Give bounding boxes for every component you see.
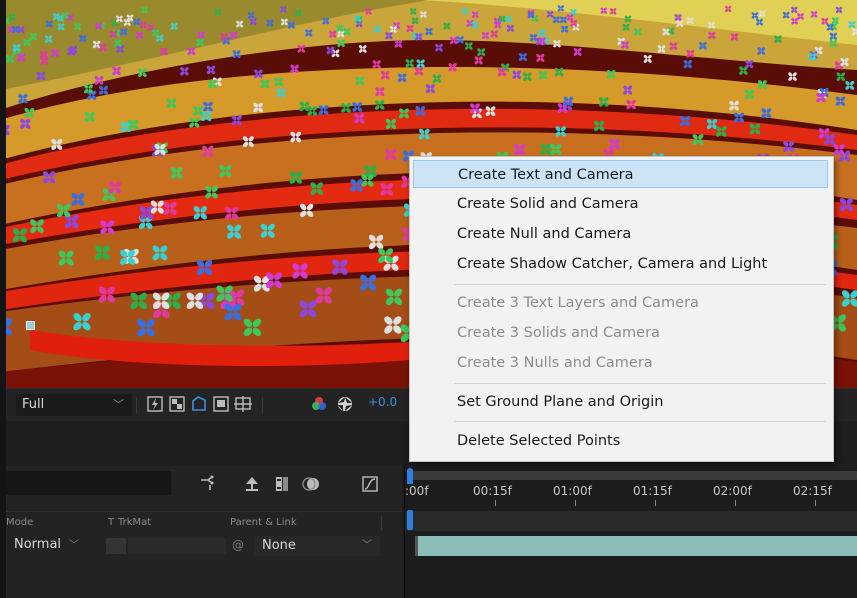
exposure-value[interactable]: +0.0 bbox=[368, 395, 397, 409]
timeline-graph-area[interactable]: :00f 00:15f 01:00f 01:15f 02:00f 02:15f bbox=[404, 466, 857, 598]
timeline-search-input[interactable] bbox=[6, 471, 171, 495]
menu-item-create-solid-and-camera[interactable]: Create Solid and Camera bbox=[413, 190, 828, 218]
exposure-reset-icon[interactable] bbox=[336, 395, 354, 413]
ruler-tick bbox=[735, 500, 736, 506]
blend-mode-value: Normal bbox=[14, 537, 62, 552]
column-parent-link: Parent & Link bbox=[230, 517, 297, 528]
timeline-column-header: Mode T TrkMat Parent & Link bbox=[6, 511, 402, 534]
resolution-value: Full bbox=[22, 397, 45, 412]
ruler-label: 01:00f bbox=[553, 484, 592, 498]
menu-item-create-3-nulls: Create 3 Nulls and Camera bbox=[457, 355, 653, 371]
mask-path-visibility-icon[interactable] bbox=[190, 395, 208, 413]
chevron-down-icon: ﹀ bbox=[362, 540, 372, 551]
chevron-down-icon: ﹀ bbox=[69, 540, 80, 551]
ruler-label: 00:15f bbox=[473, 484, 512, 498]
color-channels-icon[interactable] bbox=[310, 395, 328, 413]
ruler-label: 01:15f bbox=[633, 484, 672, 498]
menu-separator bbox=[454, 383, 826, 384]
comp-mini-flowchart-icon[interactable] bbox=[198, 474, 218, 494]
motion-blur-icon[interactable] bbox=[302, 474, 322, 494]
parent-value: None bbox=[262, 538, 296, 553]
menu-item-delete-selected-points[interactable]: Delete Selected Points bbox=[413, 427, 828, 455]
menu-item-create-null-and-camera[interactable]: Create Null and Camera bbox=[413, 220, 828, 248]
menu-item-set-ground-plane[interactable]: Set Ground Plane and Origin bbox=[413, 388, 828, 416]
graph-editor-icon[interactable] bbox=[360, 474, 380, 494]
current-time-indicator[interactable] bbox=[407, 468, 413, 484]
work-area-bar[interactable] bbox=[409, 471, 857, 480]
ruler-label: :00f bbox=[405, 484, 429, 498]
column-divider bbox=[381, 516, 382, 530]
chevron-down-icon: ﹀ bbox=[113, 398, 124, 411]
blend-mode-dropdown[interactable]: Normal ﹀ bbox=[14, 536, 79, 552]
ruler-label: 02:00f bbox=[713, 484, 752, 498]
fast-preview-icon[interactable] bbox=[146, 395, 164, 413]
current-time-indicator-handle[interactable] bbox=[407, 510, 413, 530]
guides-icon[interactable] bbox=[234, 395, 252, 413]
toolbar-divider bbox=[136, 397, 137, 413]
column-mode: Mode bbox=[6, 517, 34, 528]
transparency-grid-icon[interactable] bbox=[168, 395, 186, 413]
column-trkmat: TrkMat bbox=[118, 517, 152, 528]
frame-blending-icon[interactable] bbox=[272, 474, 292, 494]
context-menu: Create Text and Camera Create Solid and … bbox=[409, 156, 834, 462]
draft-3d-icon[interactable] bbox=[242, 474, 262, 494]
viewer-origin-handle[interactable] bbox=[26, 321, 35, 330]
track-matte-field bbox=[128, 538, 226, 554]
layer-in-point[interactable] bbox=[415, 536, 418, 556]
timeline-layer-panel: Mode T TrkMat Parent & Link Normal ﹀ @ No… bbox=[6, 466, 402, 598]
resolution-dropdown[interactable]: Full ﹀ bbox=[16, 394, 132, 416]
time-navigator[interactable] bbox=[405, 511, 857, 531]
ruler-label: 02:15f bbox=[793, 484, 832, 498]
ruler-tick bbox=[655, 500, 656, 506]
menu-item-create-3-solids: Create 3 Solids and Camera bbox=[457, 325, 660, 341]
ruler-tick bbox=[495, 500, 496, 506]
menu-separator bbox=[454, 284, 826, 285]
layer-duration-bar[interactable] bbox=[415, 536, 857, 556]
layer-row[interactable]: Normal ﹀ @ None ﹀ bbox=[6, 535, 402, 559]
menu-item-create-text-and-camera[interactable]: Create Text and Camera bbox=[413, 160, 828, 188]
menu-separator bbox=[454, 421, 826, 422]
menu-item-create-3-text-layers: Create 3 Text Layers and Camera bbox=[457, 295, 699, 311]
column-t: T bbox=[108, 517, 115, 528]
menu-item-create-shadow-catcher[interactable]: Create Shadow Catcher, Camera and Light bbox=[413, 250, 828, 278]
parent-dropdown[interactable]: None ﹀ bbox=[254, 536, 380, 556]
ruler-tick bbox=[575, 500, 576, 506]
region-of-interest-icon[interactable] bbox=[212, 395, 230, 413]
pick-whip-icon[interactable]: @ bbox=[232, 538, 244, 552]
track-matte-toggle[interactable] bbox=[106, 538, 126, 554]
ruler-tick bbox=[815, 500, 816, 506]
toolbar-divider bbox=[262, 397, 263, 413]
